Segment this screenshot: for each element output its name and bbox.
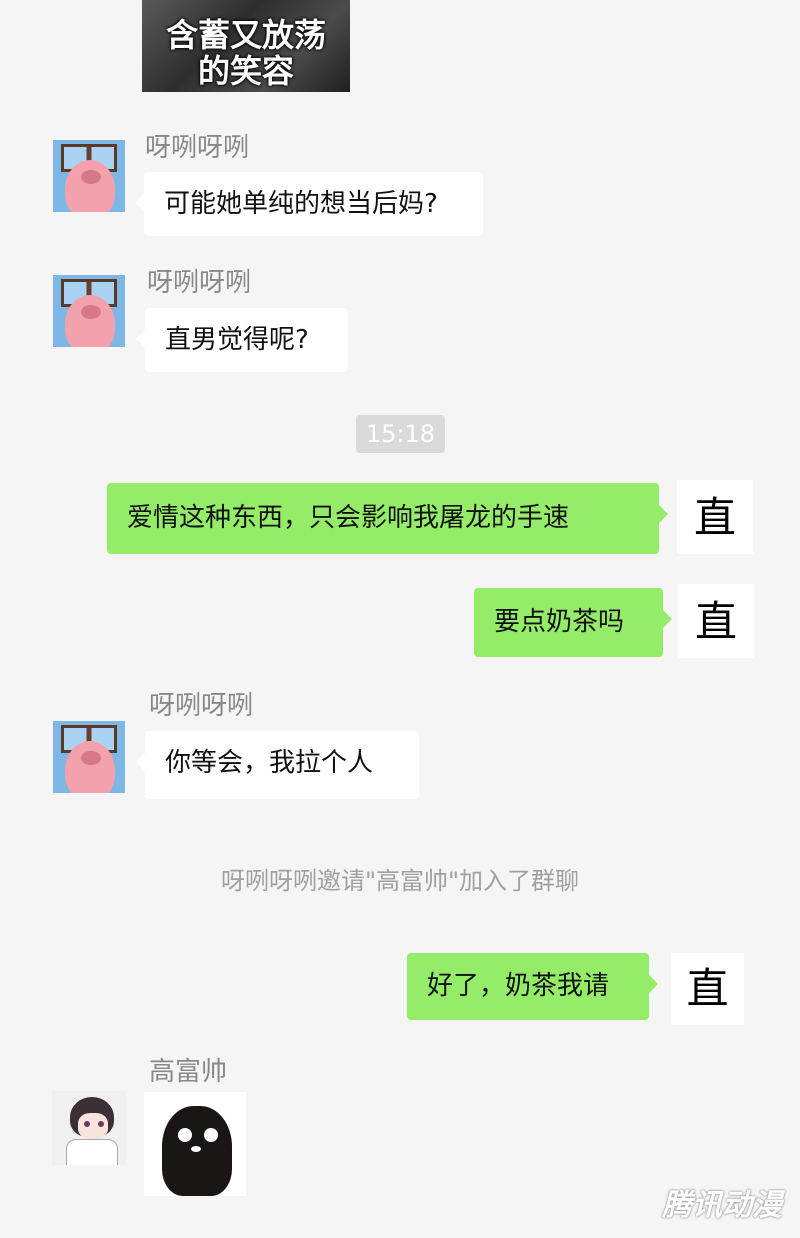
timestamp: 15:18 [356, 415, 445, 453]
self-avatar[interactable]: 直 [671, 953, 744, 1025]
sender-name: 呀咧呀咧 [147, 268, 252, 298]
message-bubble[interactable]: 可能她单纯的想当后妈? [135, 172, 483, 236]
watermark-logo: 腾讯动漫 [662, 1188, 782, 1223]
avatar-gaofushuai[interactable] [52, 1091, 126, 1165]
self-avatar[interactable]: 直 [677, 480, 753, 554]
self-avatar[interactable]: 直 [678, 584, 754, 658]
avatar-yaliyalie[interactable] [53, 721, 125, 793]
message-bubble[interactable]: 直男觉得呢? [136, 308, 348, 372]
sender-name: 呀咧呀咧 [149, 691, 254, 721]
avatar-yaliyalie[interactable] [53, 275, 125, 347]
top-image[interactable]: 含蓄又放荡 的笑容 [142, 0, 350, 92]
image-caption-line2: 的笑容 [197, 52, 294, 90]
message-bubble[interactable]: 你等会，我拉个人 [136, 731, 419, 799]
avatar-yaliyalie[interactable] [53, 140, 125, 212]
penguin-sticker[interactable] [144, 1092, 246, 1196]
self-message-bubble[interactable]: 爱情这种东西，只会影响我屠龙的手速 [107, 483, 668, 554]
sender-name: 高富帅 [149, 1057, 228, 1087]
self-message-bubble[interactable]: 好了，奶茶我请 [407, 953, 658, 1020]
self-message-bubble[interactable]: 要点奶茶吗 [474, 588, 672, 657]
image-caption-line1: 含蓄又放荡 [165, 16, 326, 54]
sender-name: 呀咧呀咧 [145, 133, 250, 163]
system-message: 呀咧呀咧邀请"高富帅"加入了群聊 [220, 867, 580, 895]
